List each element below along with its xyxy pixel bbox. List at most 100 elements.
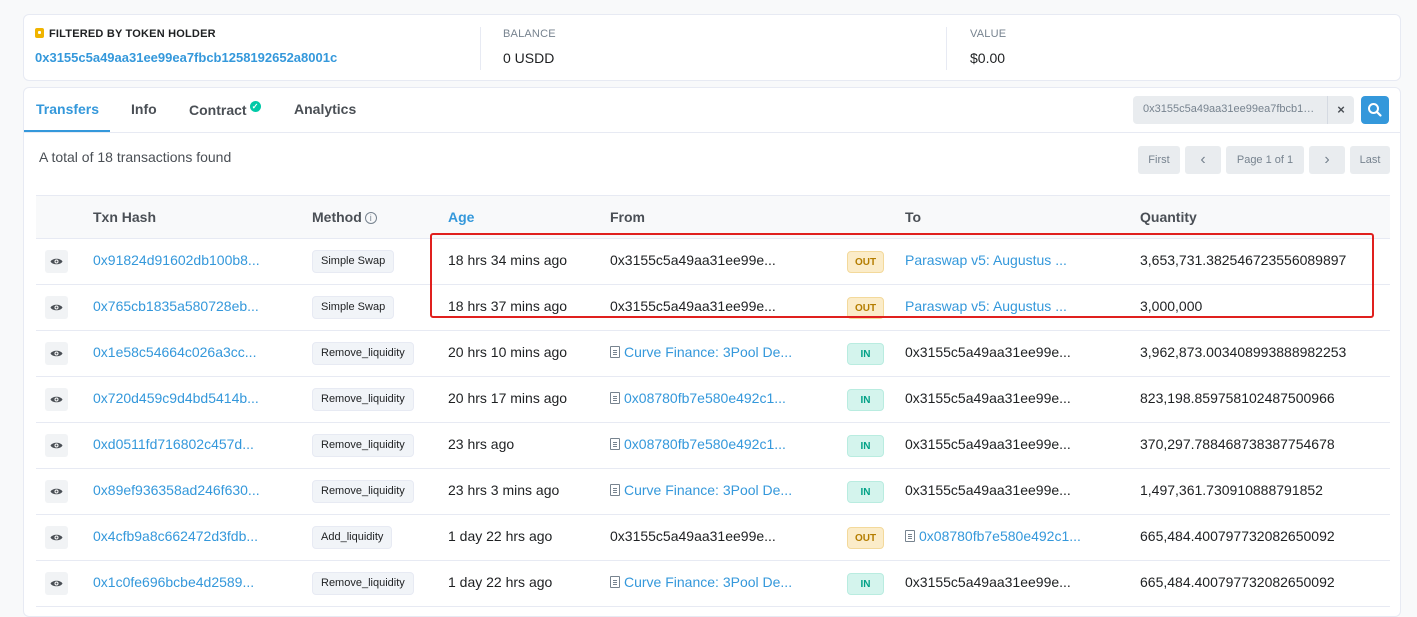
to-address[interactable]: Paraswap v5: Augustus ... <box>905 252 1067 268</box>
direction-badge: IN <box>847 435 884 457</box>
age-value: 1 day 22 hrs ago <box>448 574 553 590</box>
age-value: 1 day 22 hrs ago <box>448 528 553 544</box>
txn-hash-link[interactable]: 0x720d459c9d4bd5414b... <box>93 390 259 406</box>
from-address-text: Curve Finance: 3Pool De... <box>624 482 793 498</box>
table-row: 0x91824d91602db100b8... Simple Swap 18 hrs… <box>36 239 1390 285</box>
tab-info[interactable]: Info <box>131 101 157 117</box>
contract-icon <box>610 346 620 358</box>
quantity-value: 823,198.859758102487500966 <box>1140 390 1335 406</box>
prev-page-button[interactable]: ‹ <box>1185 146 1221 174</box>
from-address[interactable]: Curve Finance: 3Pool De... <box>610 344 792 360</box>
from-address: 0x3155c5a49aa31ee99e... <box>610 252 776 268</box>
txn-hash-link[interactable]: 0x1e58c54664c026a3cc... <box>93 344 256 360</box>
from-address-text: 0x08780fb7e580e492c1... <box>624 390 786 406</box>
info-icon[interactable]: i <box>364 212 377 224</box>
to-address: 0x3155c5a49aa31ee99e... <box>905 574 1071 590</box>
balance-label: BALANCE <box>503 28 556 40</box>
direction-badge: OUT <box>847 527 884 549</box>
contract-icon <box>610 576 620 588</box>
to-address: 0x3155c5a49aa31ee99e... <box>905 390 1071 406</box>
to-address[interactable]: Paraswap v5: Augustus ... <box>905 298 1067 314</box>
from-address: 0x3155c5a49aa31ee99e... <box>610 528 776 544</box>
table-row: 0x4cfb9a8c662472d3fdb... Add_liquidity 1 d… <box>36 515 1390 561</box>
tab-analytics[interactable]: Analytics <box>294 101 356 117</box>
col-quantity: Quantity <box>1140 209 1197 225</box>
txn-hash-link[interactable]: 0x765cb1835a580728eb... <box>93 298 259 314</box>
contract-icon <box>610 392 620 404</box>
value-label: VALUE <box>970 28 1007 40</box>
txn-hash-link[interactable]: 0xd0511fd716802c457d... <box>93 436 254 452</box>
from-address[interactable]: 0x08780fb7e580e492c1... <box>610 436 786 452</box>
token-holder-summary: FILTERED BY TOKEN HOLDER 0x3155c5a49aa31… <box>23 14 1401 81</box>
view-details-button[interactable] <box>45 434 68 457</box>
eye-icon <box>50 258 63 265</box>
method-badge: Remove_liquidity <box>312 342 414 365</box>
last-page-button[interactable]: Last <box>1350 146 1390 174</box>
direction-badge: IN <box>847 389 884 411</box>
tab-transfers[interactable]: Transfers <box>36 101 99 117</box>
to-address-text: 0x08780fb7e580e492c1... <box>919 528 1081 544</box>
method-badge: Remove_liquidity <box>312 572 414 595</box>
search-button[interactable] <box>1361 96 1389 124</box>
eye-icon <box>50 580 63 587</box>
direction-badge: IN <box>847 343 884 365</box>
to-address: 0x3155c5a49aa31ee99e... <box>905 344 1071 360</box>
view-details-button[interactable] <box>45 526 68 549</box>
view-details-button[interactable] <box>45 480 68 503</box>
age-value: 23 hrs 3 mins ago <box>448 482 560 498</box>
col-method: Method i <box>312 209 377 225</box>
view-details-button[interactable] <box>45 572 68 595</box>
eye-icon <box>50 396 63 403</box>
from-address-text: 0x3155c5a49aa31ee99e... <box>610 252 776 268</box>
value-amount: $0.00 <box>970 50 1006 66</box>
txn-hash-link[interactable]: 0x1c0fe696bcbe4d2589... <box>93 574 254 590</box>
eye-icon <box>50 350 63 357</box>
direction-badge: OUT <box>847 251 884 273</box>
table-row: 0x765cb1835a580728eb... Simple Swap 18 hrs… <box>36 285 1390 331</box>
table-row: 0x1c0fe696bcbe4d2589... Remove_liquidity 1… <box>36 561 1390 607</box>
contract-icon <box>610 438 620 450</box>
table-row: 0xd0511fd716802c457d... Remove_liquidity 2… <box>36 423 1390 469</box>
divider <box>946 27 947 70</box>
eye-icon <box>50 442 63 449</box>
holder-address-link[interactable]: 0x3155c5a49aa31ee99ea7fbcb1258192652a800… <box>35 50 337 65</box>
from-address-text: 0x3155c5a49aa31ee99e... <box>610 528 776 544</box>
contract-icon <box>610 484 620 496</box>
table-row: 0x1e58c54664c026a3cc... Remove_liquidity 2… <box>36 331 1390 377</box>
view-details-button[interactable] <box>45 296 68 319</box>
filter-label: FILTERED BY TOKEN HOLDER <box>49 28 216 40</box>
method-badge: Add_liquidity <box>312 526 393 549</box>
tab-contract-label: Contract <box>189 102 247 118</box>
txn-hash-link[interactable]: 0x4cfb9a8c662472d3fdb... <box>93 528 258 544</box>
search-icon <box>1368 103 1382 117</box>
transactions-count: A total of 18 transactions found <box>39 149 232 165</box>
direction-badge: OUT <box>847 297 884 319</box>
eye-icon <box>50 304 63 311</box>
lock-icon <box>35 28 44 38</box>
col-age[interactable]: Age <box>448 209 474 225</box>
table-header: Txn Hash Method i Age From To Quantity <box>36 195 1390 239</box>
view-details-button[interactable] <box>45 388 68 411</box>
from-address[interactable]: Curve Finance: 3Pool De... <box>610 574 792 590</box>
from-address[interactable]: Curve Finance: 3Pool De... <box>610 482 792 498</box>
from-address[interactable]: 0x08780fb7e580e492c1... <box>610 390 786 406</box>
transfers-card: Transfers Info Contract ✓ Analytics 0x315… <box>23 87 1401 617</box>
address-search-input[interactable]: 0x3155c5a49aa31ee99ea7fbcb12... × <box>1133 96 1354 124</box>
to-address-text: 0x3155c5a49aa31ee99e... <box>905 482 1071 498</box>
contract-icon <box>905 530 915 542</box>
method-badge: Remove_liquidity <box>312 388 414 411</box>
view-details-button[interactable] <box>45 250 68 273</box>
first-page-button[interactable]: First <box>1138 146 1180 174</box>
quantity-value: 665,484.400797732082650092 <box>1140 528 1335 544</box>
balance-value: 0 USDD <box>503 50 555 66</box>
txn-hash-link[interactable]: 0x91824d91602db100b8... <box>93 252 260 268</box>
age-value: 18 hrs 34 mins ago <box>448 252 568 268</box>
next-page-button[interactable]: › <box>1309 146 1345 174</box>
view-details-button[interactable] <box>45 342 68 365</box>
clear-search-button[interactable]: × <box>1327 96 1354 124</box>
age-value: 18 hrs 37 mins ago <box>448 298 568 314</box>
tab-contract[interactable]: Contract ✓ <box>189 101 261 118</box>
to-address[interactable]: 0x08780fb7e580e492c1... <box>905 528 1081 544</box>
txn-hash-link[interactable]: 0x89ef936358ad246f630... <box>93 482 260 498</box>
verified-check-icon: ✓ <box>249 101 261 112</box>
